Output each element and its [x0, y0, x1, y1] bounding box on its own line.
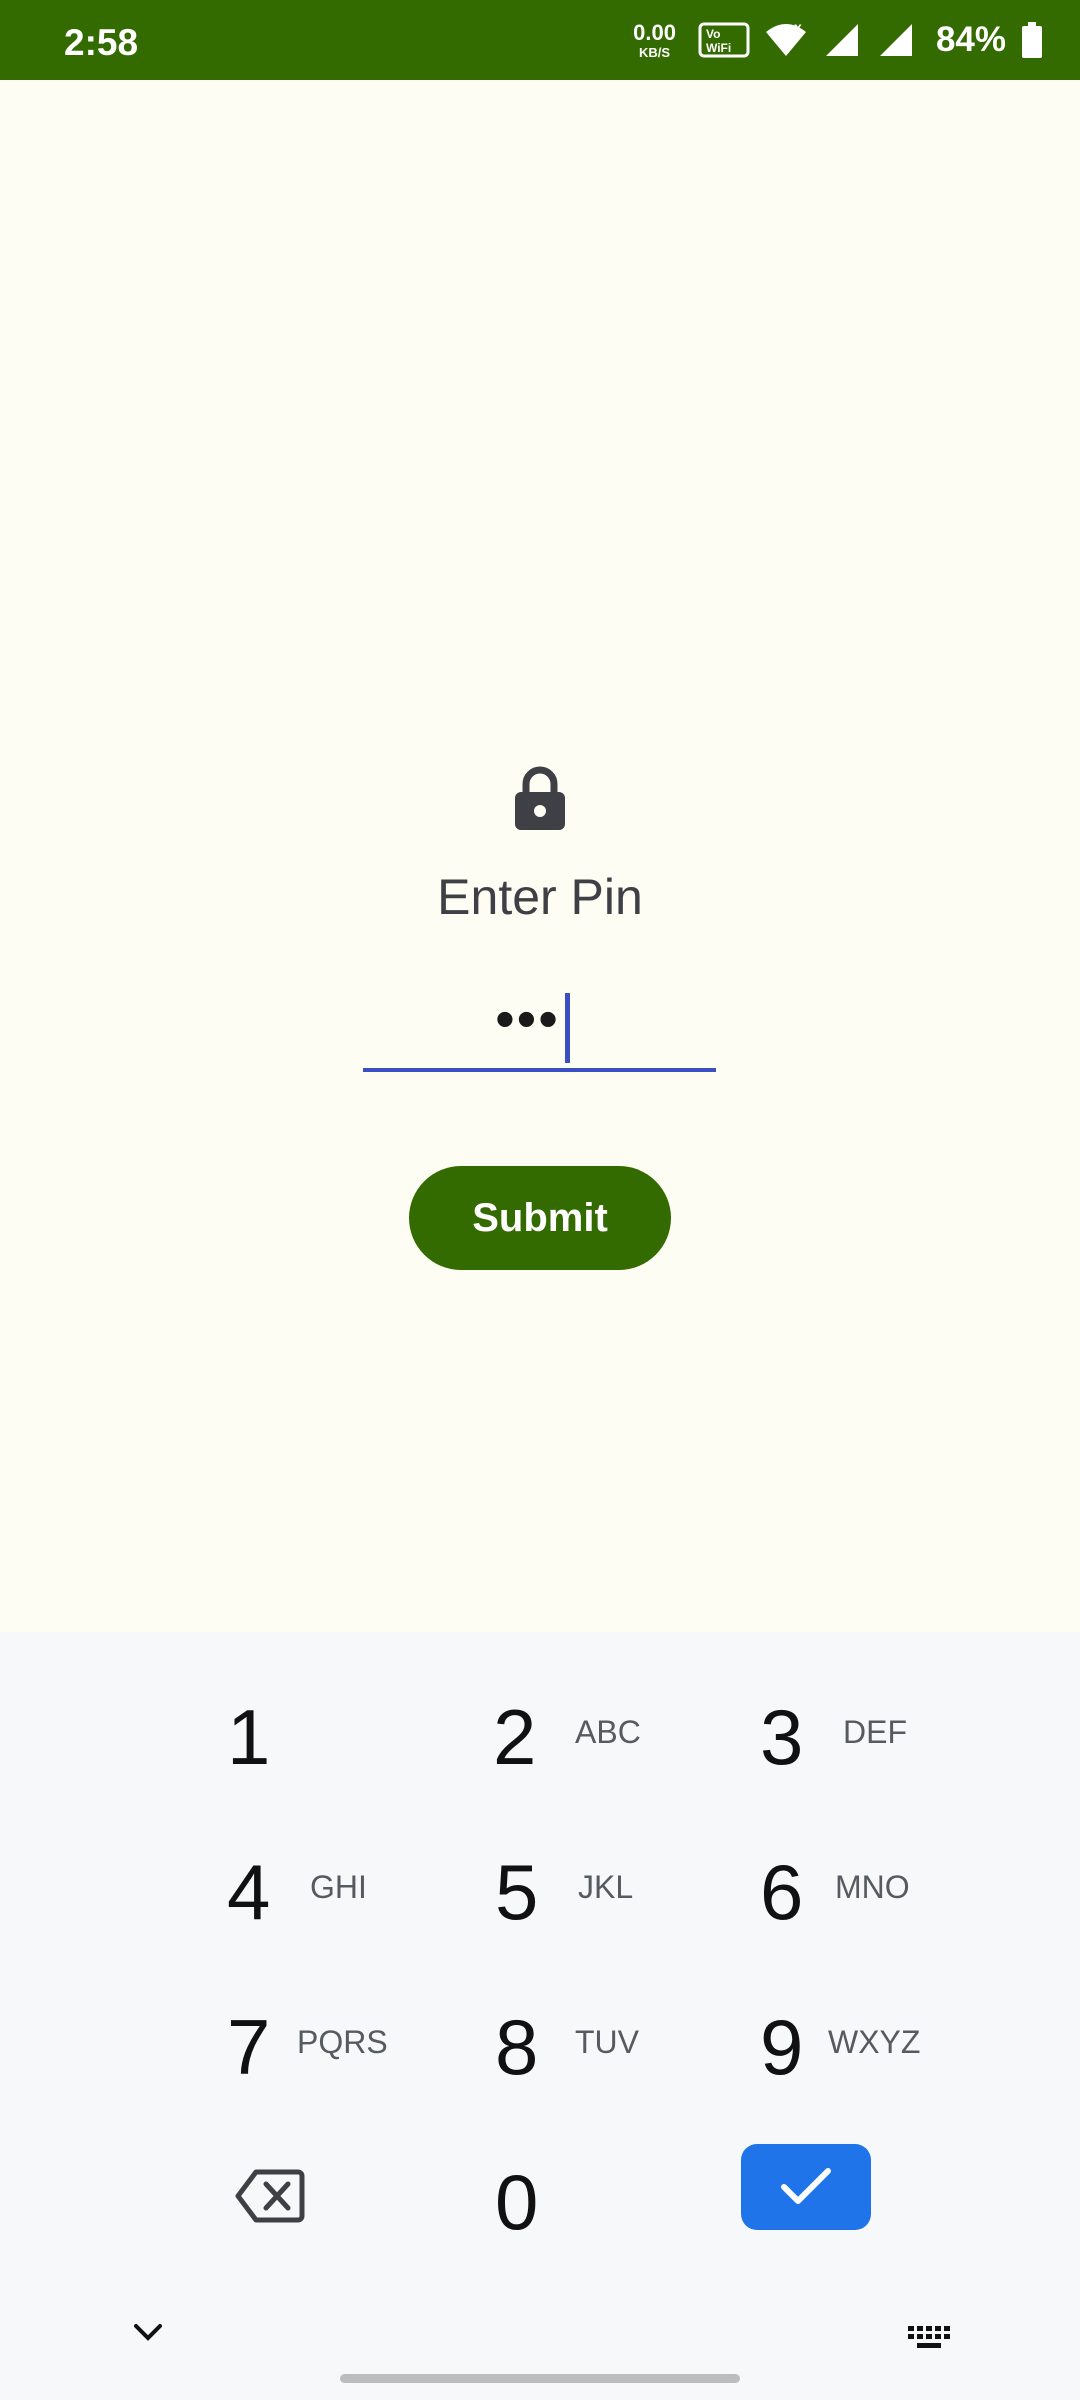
home-indicator[interactable] [340, 2374, 740, 2383]
svg-text:x: x [794, 20, 802, 35]
lock-icon [515, 766, 565, 830]
key-letters: TUV [575, 2024, 639, 2060]
key-7[interactable]: 7 PQRS [205, 1988, 465, 2118]
svg-text:Vo: Vo [706, 27, 720, 41]
key-4[interactable]: 4 GHI [205, 1833, 465, 1963]
signal-icon [825, 24, 858, 56]
key-letters: JKL [578, 1869, 634, 1905]
key-digit: 4 [227, 1848, 271, 1936]
key-9[interactable]: 9 WXYZ [742, 1988, 1002, 2118]
key-1[interactable]: 1 [205, 1678, 465, 1808]
key-6[interactable]: 6 MNO [742, 1833, 1002, 1963]
text-cursor [565, 993, 570, 1063]
key-letters: PQRS [297, 2024, 388, 2060]
vowifi-icon: Vo WiFi [698, 22, 750, 58]
key-letters: ABC [575, 1714, 641, 1750]
key-3[interactable]: 3 DEF [742, 1678, 1002, 1808]
key-digit: 5 [495, 1848, 539, 1936]
network-speed-unit: KB/S [638, 44, 671, 60]
key-digit: 3 [760, 1693, 804, 1781]
key-8[interactable]: 8 TUV [475, 1988, 735, 2118]
key-digit: 1 [227, 1693, 271, 1781]
key-digit: 9 [760, 2003, 804, 2091]
backspace-icon[interactable] [234, 2168, 306, 2224]
key-0[interactable]: 0 [475, 2143, 735, 2273]
key-digit: 7 [227, 2003, 271, 2091]
network-speed-value: 0.00 [633, 19, 676, 45]
done-button[interactable] [741, 2144, 871, 2230]
pin-input[interactable]: ••• [363, 978, 716, 1072]
key-5[interactable]: 5 JKL [475, 1833, 735, 1963]
key-digit: 0 [495, 2158, 539, 2246]
chevron-down-icon[interactable] [132, 2322, 164, 2342]
pin-input-value: ••• [495, 987, 560, 1050]
numeric-keypad: 1 2 ABC 3 DEF 4 GHI 5 JKL 6 MNO 7 PQRS 8… [0, 1632, 1080, 2400]
page-title: Enter Pin [437, 869, 643, 925]
check-icon [781, 2168, 831, 2204]
network-speed: 0.00 KB/S [633, 19, 676, 60]
submit-button[interactable]: Submit [409, 1166, 671, 1270]
key-letters: DEF [843, 1714, 907, 1750]
key-digit: 6 [760, 1848, 804, 1936]
status-time: 2:58 [64, 22, 139, 63]
key-letters: WXYZ [828, 2024, 921, 2060]
key-digit: 2 [493, 1693, 537, 1781]
signal-icon [879, 24, 912, 56]
key-2[interactable]: 2 ABC [475, 1678, 735, 1808]
battery-icon [1022, 22, 1042, 58]
status-icons: 0.00 KB/S Vo WiFi x 84% [633, 0, 1044, 80]
key-letters: GHI [310, 1869, 367, 1905]
key-letters: MNO [835, 1869, 910, 1905]
keyboard-icon[interactable] [908, 2326, 952, 2352]
battery-percent: 84% [935, 20, 1006, 59]
wifi-icon: x [765, 20, 806, 56]
key-digit: 8 [495, 2003, 539, 2091]
svg-text:WiFi: WiFi [706, 41, 731, 55]
status-bar: 2:58 0.00 KB/S Vo WiFi x 84% [0, 0, 1080, 80]
